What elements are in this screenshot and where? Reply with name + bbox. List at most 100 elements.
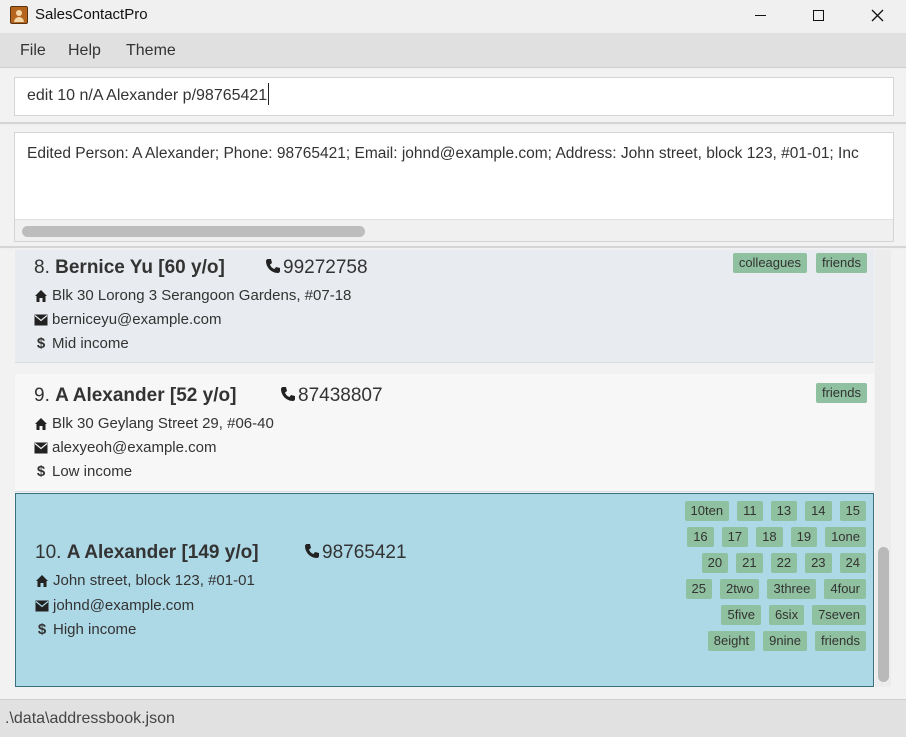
tag: friends [814, 631, 866, 651]
tag: 7seven [812, 605, 866, 625]
person-name-text: A Alexander [149 y/o] [66, 542, 259, 563]
phone-number: 99272758 [283, 257, 368, 278]
maximize-icon [812, 10, 824, 21]
status-bar: .\data\addressbook.json [0, 699, 906, 737]
person-income: $ High income [35, 621, 137, 638]
result-text: Edited Person: A Alexander; Phone: 98765… [27, 145, 859, 162]
tag: 10ten [684, 501, 730, 521]
minimize-icon [754, 15, 766, 16]
horizontal-scrollbar[interactable] [15, 219, 893, 241]
address-book-icon [10, 6, 28, 24]
tag-list: colleagues friends [567, 253, 867, 273]
tag: 23 [805, 553, 832, 573]
phone-icon [265, 258, 280, 274]
tag-list: 10ten 11 13 14 15 16 17 18 19 1one 20 21… [681, 501, 866, 651]
tag-list: friends [567, 383, 867, 403]
person-index: 9. [34, 385, 50, 406]
person-name-text: Bernice Yu [60 y/o] [55, 257, 225, 278]
tag: 24 [839, 553, 866, 573]
phone-icon [280, 386, 295, 402]
person-address: Blk 30 Lorong 3 Serangoon Gardens, #07-1… [34, 287, 351, 304]
person-card[interactable]: 8. Bernice Yu [60 y/o] 99272758 Blk 30 L… [15, 250, 874, 363]
tag: 1one [825, 527, 866, 547]
menu-file[interactable]: File [20, 42, 46, 60]
menu-bar: File Help Theme [0, 33, 906, 68]
person-name-text: A Alexander [52 y/o] [55, 385, 237, 406]
close-button[interactable] [848, 0, 906, 31]
address-text: Blk 30 Lorong 3 Serangoon Gardens, #07-1… [52, 287, 352, 304]
person-income: $ Low income [34, 463, 132, 480]
dollar-icon: $ [37, 621, 47, 638]
income-text: High income [53, 621, 137, 638]
tag: 6six [768, 605, 805, 625]
tag: 5five [721, 605, 761, 625]
tag: colleagues [732, 253, 807, 273]
phone-number: 98765421 [322, 542, 407, 563]
phone-icon [304, 543, 319, 559]
person-income: $ Mid income [34, 335, 129, 352]
tag: 8eight [707, 631, 756, 651]
result-display[interactable]: Edited Person: A Alexander; Phone: 98765… [14, 132, 894, 242]
tag: 25 [685, 579, 713, 599]
email-text: berniceyu@example.com [52, 311, 222, 328]
home-icon [34, 417, 48, 431]
minimize-button[interactable] [731, 0, 789, 31]
text-caret [268, 83, 270, 105]
person-card-selected[interactable]: 10. A Alexander [149 y/o] 98765421 John … [15, 493, 874, 687]
tag: 21 [736, 553, 763, 573]
tag: 15 [839, 501, 866, 521]
command-box-panel: edit 10 n/A Alexander p/98765421 [0, 69, 906, 124]
tag: 4four [824, 579, 866, 599]
person-phone: 98765421 [304, 542, 407, 564]
tag: 11 [737, 501, 763, 521]
command-text: edit 10 n/A Alexander p/98765421 [27, 87, 268, 105]
income-text: Mid income [52, 335, 129, 352]
tag: 18 [756, 527, 783, 547]
income-text: Low income [52, 463, 133, 480]
person-index: 10. [35, 542, 62, 563]
person-phone: 99272758 [265, 257, 368, 279]
result-display-panel: Edited Person: A Alexander; Phone: 98765… [0, 126, 906, 248]
person-list[interactable]: 8. Bernice Yu [60 y/o] 99272758 Blk 30 L… [15, 250, 874, 687]
mail-icon [35, 600, 49, 612]
person-phone: 87438807 [280, 385, 383, 407]
save-location-path: .\data\addressbook.json [5, 710, 175, 727]
horizontal-scroll-thumb[interactable] [22, 226, 365, 237]
person-email: alexyeoh@example.com [34, 439, 216, 456]
tag: 20 [701, 553, 729, 573]
dollar-icon: $ [36, 335, 46, 352]
tag: friends [815, 253, 867, 273]
tag: 13 [770, 501, 798, 521]
person-email: berniceyu@example.com [34, 311, 221, 328]
window-title: SalesContactPro [35, 6, 148, 23]
mail-icon [34, 314, 48, 326]
maximize-button[interactable] [789, 0, 847, 31]
title-bar: SalesContactPro [0, 0, 906, 31]
email-text: johnd@example.com [53, 597, 195, 614]
vertical-scroll-thumb[interactable] [878, 547, 889, 682]
tag: friends [815, 383, 867, 403]
person-name: 8. Bernice Yu [60 y/o] [34, 257, 225, 279]
person-card[interactable]: 9. A Alexander [52 y/o] 87438807 Blk 30 … [15, 374, 874, 492]
person-list-panel: 8. Bernice Yu [60 y/o] 99272758 Blk 30 L… [0, 250, 906, 699]
command-input[interactable]: edit 10 n/A Alexander p/98765421 [14, 77, 894, 116]
person-name: 10. A Alexander [149 y/o] [35, 542, 259, 564]
dollar-icon: $ [36, 463, 46, 480]
tag: 2two [720, 579, 760, 599]
person-address: Blk 30 Geylang Street 29, #06-40 [34, 415, 274, 432]
person-index: 8. [34, 257, 50, 278]
tag: 17 [721, 527, 749, 547]
tag: 9nine [763, 631, 807, 651]
vertical-scrollbar[interactable] [875, 250, 891, 687]
person-name: 9. A Alexander [52 y/o] [34, 385, 236, 407]
menu-help[interactable]: Help [68, 42, 101, 60]
tag: 3three [767, 579, 817, 599]
tag: 14 [805, 501, 832, 521]
person-email: johnd@example.com [35, 597, 194, 614]
tag: 19 [790, 527, 818, 547]
phone-number: 87438807 [298, 385, 383, 406]
close-icon [871, 9, 883, 22]
email-text: alexyeoh@example.com [52, 439, 217, 456]
menu-theme[interactable]: Theme [126, 42, 176, 60]
address-text: John street, block 123, #01-01 [53, 572, 255, 589]
